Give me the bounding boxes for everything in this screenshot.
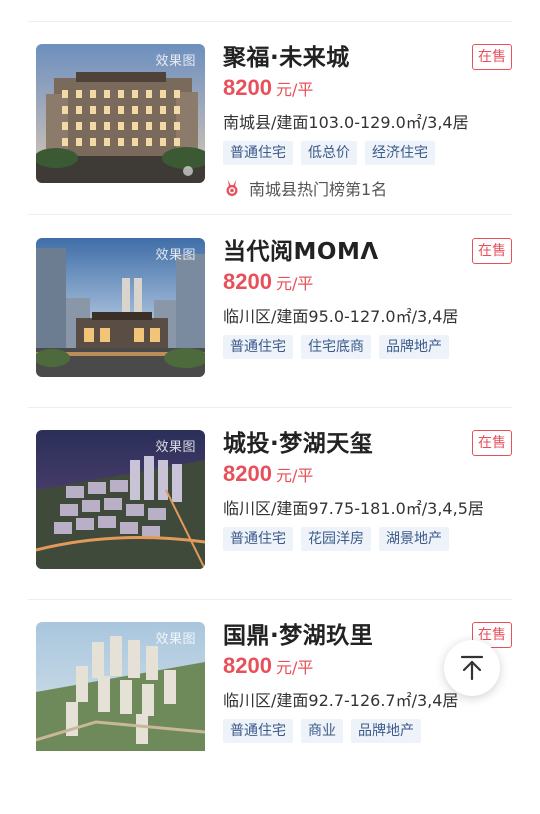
listing-description: 南城县/建面103.0-129.0㎡/3,4居 — [223, 113, 469, 132]
tag-list: 普通住宅 住宅底商 品牌地产 — [223, 335, 449, 359]
tag: 普通住宅 — [223, 141, 293, 165]
tag-list: 普通住宅 商业 品牌地产 — [223, 719, 421, 743]
listing-card[interactable]: 效果图 当代阅MOMΛ 在售 8200 元/平 临川区/建面95.0-127.0㎡… — [0, 238, 540, 430]
scroll-to-top-button[interactable] — [444, 640, 500, 696]
tag: 品牌地产 — [379, 335, 449, 359]
status-badge: 在售 — [472, 44, 512, 70]
price: 8200 元/平 — [223, 75, 313, 101]
tag: 普通住宅 — [223, 335, 293, 359]
listing-description: 临川区/建面97.75-181.0㎡/3,4,5居 — [223, 499, 484, 518]
listing-card[interactable]: 效果图 城投·梦湖天玺 在售 8200 元/平 临川区/建面97.75-181.0… — [0, 430, 540, 622]
divider — [28, 407, 512, 408]
price-unit: 元/平 — [275, 274, 314, 293]
divider — [28, 599, 512, 600]
listing-description: 临川区/建面92.7-126.7㎡/3,4居 — [223, 691, 459, 710]
price: 8200 元/平 — [223, 653, 313, 679]
tag: 商业 — [301, 719, 343, 743]
price-value: 8200 — [223, 269, 272, 294]
status-badge: 在售 — [472, 238, 512, 264]
tag: 低总价 — [301, 141, 357, 165]
ranking-text: 南城县热门榜第1名 — [249, 180, 388, 199]
listing-thumbnail[interactable]: 效果图 — [36, 622, 205, 751]
tag-list: 普通住宅 花园洋房 湖景地产 — [223, 527, 449, 551]
listing-title[interactable]: 聚福·未来城 — [223, 38, 350, 72]
tag: 品牌地产 — [351, 719, 421, 743]
price-unit: 元/平 — [275, 80, 314, 99]
divider — [28, 21, 512, 22]
divider — [28, 214, 512, 215]
listing-thumbnail[interactable]: 效果图 — [36, 430, 205, 569]
rendering-label: 效果图 — [155, 248, 196, 263]
tag: 花园洋房 — [301, 527, 371, 551]
listing-card[interactable]: 效果图 聚福·未来城 在售 8200 元/平 南城县/建面103.0-129.0㎡… — [0, 44, 540, 236]
rendering-label: 效果图 — [155, 632, 196, 647]
ranking[interactable]: 南城县热门榜第1名 — [223, 176, 387, 200]
price-value: 8200 — [223, 653, 272, 678]
tag: 普通住宅 — [223, 719, 293, 743]
tag: 经济住宅 — [365, 141, 435, 165]
listing-description: 临川区/建面95.0-127.0㎡/3,4居 — [223, 307, 459, 326]
listing-title[interactable]: 城投·梦湖天玺 — [223, 424, 373, 458]
tag: 普通住宅 — [223, 527, 293, 551]
status-badge: 在售 — [472, 430, 512, 456]
rendering-label: 效果图 — [155, 54, 196, 69]
rendering-label: 效果图 — [155, 440, 196, 455]
tag: 湖景地产 — [379, 527, 449, 551]
medal-icon — [226, 180, 238, 196]
price-value: 8200 — [223, 461, 272, 486]
price: 8200 元/平 — [223, 269, 313, 295]
price: 8200 元/平 — [223, 461, 313, 487]
listing-title[interactable]: 国鼎·梦湖玖里 — [223, 616, 373, 650]
arrow-up-to-top-icon — [460, 655, 484, 681]
price-value: 8200 — [223, 75, 272, 100]
price-unit: 元/平 — [275, 658, 314, 677]
price-unit: 元/平 — [275, 466, 314, 485]
listing-title[interactable]: 当代阅MOMΛ — [223, 232, 379, 266]
listing-thumbnail[interactable]: 效果图 — [36, 44, 205, 183]
tag-list: 普通住宅 低总价 经济住宅 — [223, 141, 435, 165]
listing-thumbnail[interactable]: 效果图 — [36, 238, 205, 377]
tag: 住宅底商 — [301, 335, 371, 359]
